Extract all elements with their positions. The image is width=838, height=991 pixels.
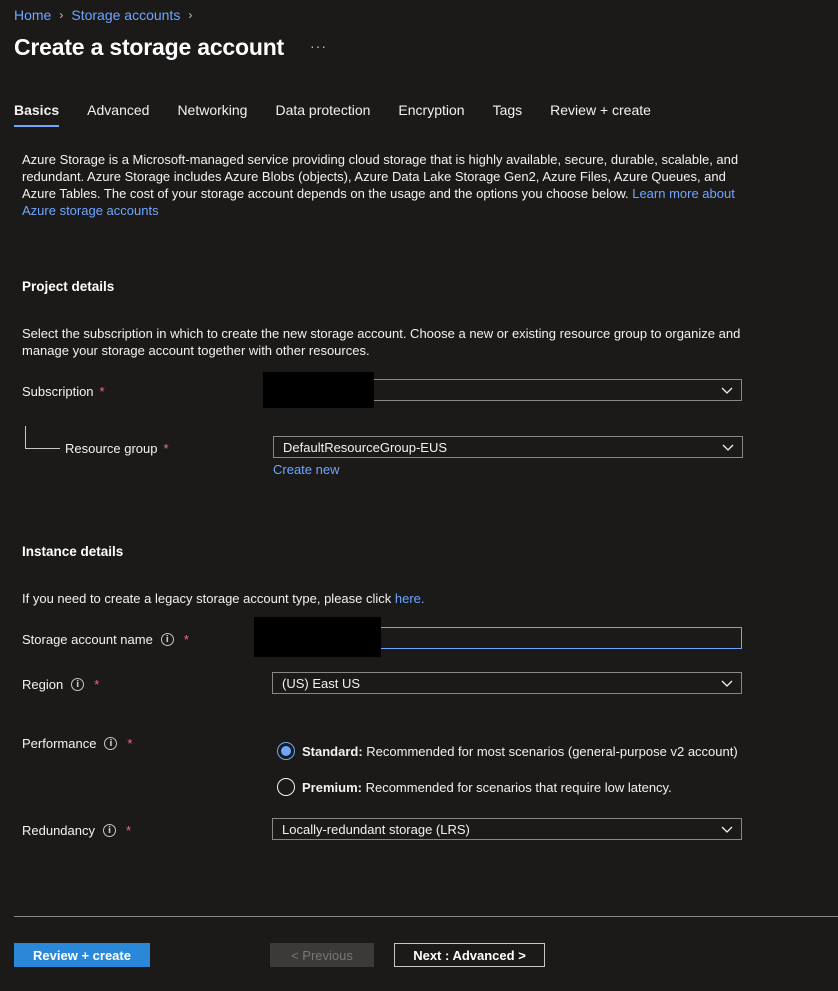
tree-connector <box>25 426 60 449</box>
legacy-description: If you need to create a legacy storage a… <box>22 591 395 606</box>
region-dropdown[interactable]: (US) East US <box>272 672 742 694</box>
required-marker: * <box>163 441 169 456</box>
required-marker: * <box>99 384 105 399</box>
more-options-icon[interactable]: ··· <box>310 38 327 54</box>
page-title: Create a storage account <box>14 34 285 60</box>
required-marker: * <box>127 736 133 751</box>
performance-premium-label[interactable]: Premium: Recommended for scenarios that … <box>302 780 672 795</box>
redundancy-dropdown[interactable]: Locally-redundant storage (LRS) <box>272 818 742 840</box>
performance-premium-radio[interactable] <box>277 778 295 796</box>
info-icon[interactable]: i <box>103 824 116 837</box>
redacted-storage-name <box>254 617 381 657</box>
footer-divider <box>14 916 838 917</box>
tab-review-create[interactable]: Review + create <box>550 102 651 126</box>
intro-description: Azure Storage is a Microsoft-managed ser… <box>22 152 739 201</box>
info-icon[interactable]: i <box>160 633 174 646</box>
chevron-right-icon: › <box>188 8 193 22</box>
legacy-here-link[interactable]: here. <box>395 591 425 606</box>
redundancy-label-text: Redundancy <box>22 823 95 838</box>
region-label-text: Region <box>22 677 64 692</box>
tab-advanced[interactable]: Advanced <box>87 102 149 126</box>
performance-label-text: Performance <box>22 736 97 751</box>
chevron-down-icon <box>721 826 733 833</box>
breadcrumb-storage-accounts-link[interactable]: Storage accounts <box>71 7 180 23</box>
standard-title: Standard: <box>302 744 363 759</box>
premium-description: Recommended for scenarios that require l… <box>361 780 672 795</box>
chevron-down-icon <box>722 444 734 451</box>
create-new-link[interactable]: Create new <box>273 462 339 477</box>
chevron-down-icon <box>721 680 733 687</box>
legacy-text: If you need to create a legacy storage a… <box>22 590 748 607</box>
redacted-subscription <box>263 372 374 408</box>
project-details-heading: Project details <box>22 279 115 294</box>
tab-bar: Basics Advanced Networking Data protecti… <box>14 102 679 127</box>
info-icon[interactable]: i <box>71 678 85 691</box>
redundancy-value: Locally-redundant storage (LRS) <box>282 821 470 837</box>
intro-text: Azure Storage is a Microsoft-managed ser… <box>22 151 748 219</box>
region-value: (US) East US <box>282 675 361 691</box>
chevron-down-icon <box>721 387 733 394</box>
tab-tags[interactable]: Tags <box>493 102 523 126</box>
project-details-description: Select the subscription in which to crea… <box>22 326 741 358</box>
subscription-label: Subscription * <box>22 384 105 399</box>
previous-button[interactable]: < Previous <box>270 943 374 967</box>
storage-account-name-label-text: Storage account name <box>22 632 153 647</box>
subscription-label-text: Subscription <box>22 384 94 399</box>
standard-description: Recommended for most scenarios (general-… <box>362 744 738 759</box>
chevron-right-icon: › <box>59 8 64 22</box>
tab-basics[interactable]: Basics <box>14 102 60 127</box>
info-icon[interactable]: i <box>104 737 118 750</box>
breadcrumb: Home › Storage accounts › <box>14 7 200 23</box>
performance-label: Performance i * <box>22 736 132 751</box>
next-advanced-button[interactable]: Next : Advanced > <box>394 943 545 967</box>
required-marker: * <box>94 677 100 692</box>
radio-selected-dot <box>281 746 291 756</box>
resource-group-dropdown[interactable]: DefaultResourceGroup-EUS <box>273 436 743 458</box>
required-marker: * <box>183 632 189 647</box>
tab-encryption[interactable]: Encryption <box>398 102 464 126</box>
performance-standard-radio[interactable] <box>277 742 295 760</box>
tab-networking[interactable]: Networking <box>177 102 247 126</box>
resource-group-label-text: Resource group <box>65 441 158 456</box>
storage-account-name-label: Storage account name i * <box>22 632 189 647</box>
premium-title: Premium: <box>302 780 362 795</box>
redundancy-label: Redundancy i * <box>22 823 131 838</box>
breadcrumb-home-link[interactable]: Home <box>14 7 51 23</box>
performance-standard-label[interactable]: Standard: Recommended for most scenarios… <box>302 744 738 759</box>
instance-details-heading: Instance details <box>22 544 124 559</box>
required-marker: * <box>126 823 132 838</box>
resource-group-value: DefaultResourceGroup-EUS <box>283 439 448 455</box>
review-create-button[interactable]: Review + create <box>14 943 150 967</box>
resource-group-label: Resource group * <box>65 441 169 456</box>
region-label: Region i * <box>22 677 99 692</box>
tab-data-protection[interactable]: Data protection <box>275 102 370 126</box>
